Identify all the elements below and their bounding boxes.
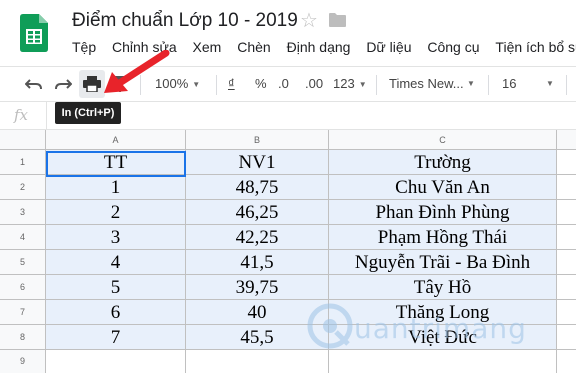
document-title[interactable]: Điểm chuẩn Lớp 10 - 2019 (72, 10, 298, 32)
menu-insert[interactable]: Chèn (237, 39, 270, 55)
cell-b4[interactable]: 42,25 (186, 225, 329, 250)
row-header-3[interactable]: 3 (0, 200, 46, 225)
menu-format[interactable]: Định dạng (287, 39, 351, 55)
cell-d3[interactable] (557, 200, 576, 225)
watermark-text: uantrimang (354, 312, 527, 345)
chevron-down-icon: ▼ (546, 79, 554, 88)
redo-icon[interactable] (54, 76, 72, 92)
row-header-4[interactable]: 4 (0, 225, 46, 250)
cell-b3[interactable]: 46,25 (186, 200, 329, 225)
menu-tools[interactable]: Công cụ (427, 39, 479, 55)
toolbar-separator (488, 75, 489, 95)
column-header-a[interactable]: A (46, 130, 186, 150)
chevron-down-icon: ▼ (358, 79, 367, 89)
folder-icon[interactable] (329, 13, 346, 27)
font-select[interactable]: Times New... ▼ (389, 67, 475, 101)
menu-data[interactable]: Dữ liệu (366, 39, 411, 55)
decrease-decimal-button[interactable]: .0 (278, 67, 289, 101)
row-header-7[interactable]: 7 (0, 300, 46, 325)
cell-b1[interactable]: NV1 (186, 150, 329, 175)
menu-addons[interactable]: Tiện ích bổ sun (495, 39, 576, 55)
cell-a4[interactable]: 3 (46, 225, 186, 250)
font-size-select[interactable]: 16 ▼ (502, 67, 554, 101)
google-sheets-logo-icon[interactable] (20, 14, 48, 52)
row-header-5[interactable]: 5 (0, 250, 46, 275)
toolbar-separator (566, 75, 567, 95)
title-bar: Điểm chuẩn Lớp 10 - 2019 ☆ Tệp Chỉnh sửa… (0, 0, 576, 66)
cell-d1[interactable] (557, 150, 576, 175)
menu-file[interactable]: Tệp (72, 39, 96, 55)
column-header-c[interactable]: C (329, 130, 557, 150)
cell-b2[interactable]: 48,75 (186, 175, 329, 200)
cell-d8[interactable] (557, 325, 576, 350)
cell-d9[interactable] (557, 350, 576, 373)
cell-a9[interactable] (46, 350, 186, 373)
format-currency-button[interactable]: ₫ (228, 67, 235, 101)
column-header-b[interactable]: B (186, 130, 329, 150)
more-formats-label: 123 (333, 76, 355, 91)
row-header-2[interactable]: 2 (0, 175, 46, 200)
cell-c6[interactable]: Tây Hồ (329, 275, 557, 300)
column-header-d[interactable] (557, 130, 576, 150)
toolbar: 100% ▼ ₫ % .0 .00 123 ▼ Times New... ▼ 16 ▼ (0, 66, 576, 102)
more-formats-select[interactable]: 123 ▼ (333, 67, 367, 101)
toolbar-separator (376, 75, 377, 95)
undo-icon[interactable] (25, 76, 43, 92)
star-icon[interactable]: ☆ (300, 10, 318, 32)
row-header-1[interactable]: 1 (0, 150, 46, 175)
cell-a2[interactable]: 1 (46, 175, 186, 200)
cell-c4[interactable]: Phạm Hồng Thái (329, 225, 557, 250)
cell-d7[interactable] (557, 300, 576, 325)
chevron-down-icon: ▼ (467, 79, 475, 88)
toolbar-separator (216, 75, 217, 95)
print-tooltip: In (Ctrl+P) (55, 102, 121, 124)
increase-decimal-button[interactable]: .00 (305, 67, 323, 101)
font-size-value: 16 (502, 76, 517, 91)
cell-d6[interactable] (557, 275, 576, 300)
cell-b6[interactable]: 39,75 (186, 275, 329, 300)
menu-view[interactable]: Xem (193, 39, 222, 55)
cell-b5[interactable]: 41,5 (186, 250, 329, 275)
select-all-corner[interactable] (0, 130, 46, 150)
chevron-down-icon: ▼ (192, 79, 201, 89)
cell-d5[interactable] (557, 250, 576, 275)
cell-a8[interactable]: 7 (46, 325, 186, 350)
formula-input[interactable] (46, 102, 576, 129)
cell-c3[interactable]: Phan Đình Phùng (329, 200, 557, 225)
cell-d2[interactable] (557, 175, 576, 200)
font-value: Times New... (389, 76, 464, 91)
format-percent-button[interactable]: % (255, 67, 267, 101)
watermark: uantrimang (306, 298, 526, 358)
row-header-8[interactable]: 8 (0, 325, 46, 350)
fx-label: fx (14, 106, 29, 124)
cell-c5[interactable]: Nguyễn Trãi - Ba Đình (329, 250, 557, 275)
cell-a1[interactable]: TT (46, 150, 186, 175)
cell-a7[interactable]: 6 (46, 300, 186, 325)
cell-c1[interactable]: Trường (329, 150, 557, 175)
cell-a6[interactable]: 5 (46, 275, 186, 300)
cell-a5[interactable]: 4 (46, 250, 186, 275)
row-header-6[interactable]: 6 (0, 275, 46, 300)
cell-c2[interactable]: Chu Văn An (329, 175, 557, 200)
printer-icon[interactable] (83, 76, 101, 92)
cell-d4[interactable] (557, 225, 576, 250)
watermark-logo-icon (307, 303, 353, 349)
red-arrow-annotation-icon (104, 50, 170, 93)
row-header-9[interactable]: 9 (0, 350, 46, 373)
cell-a3[interactable]: 2 (46, 200, 186, 225)
